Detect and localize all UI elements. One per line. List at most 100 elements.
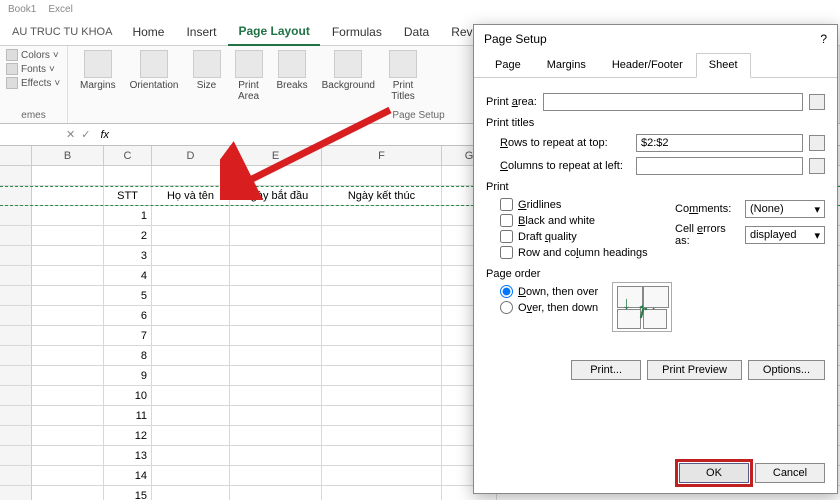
cell[interactable]: Họ và tên bbox=[152, 186, 230, 205]
row-header[interactable] bbox=[0, 486, 32, 500]
comments-select[interactable]: (None)▾ bbox=[745, 200, 825, 218]
help-icon[interactable]: ? bbox=[820, 32, 827, 46]
tab-insert[interactable]: Insert bbox=[176, 19, 226, 45]
row-header[interactable] bbox=[0, 206, 32, 225]
cell[interactable] bbox=[230, 446, 322, 465]
cell[interactable] bbox=[32, 466, 104, 485]
cell[interactable]: 2 bbox=[104, 226, 152, 245]
cell[interactable] bbox=[32, 206, 104, 225]
dtab-sheet[interactable]: Sheet bbox=[696, 53, 751, 78]
cell[interactable] bbox=[322, 346, 442, 365]
breaks-button[interactable]: Breaks bbox=[271, 48, 314, 93]
cell[interactable] bbox=[322, 446, 442, 465]
cell[interactable] bbox=[32, 326, 104, 345]
cell[interactable] bbox=[32, 406, 104, 425]
row-header[interactable] bbox=[0, 186, 32, 205]
dtab-margins[interactable]: Margins bbox=[534, 53, 599, 77]
cell[interactable] bbox=[230, 206, 322, 225]
size-button[interactable]: Size bbox=[187, 48, 227, 93]
cell[interactable] bbox=[322, 466, 442, 485]
tab-formulas[interactable]: Formulas bbox=[322, 19, 392, 45]
cell[interactable]: 6 bbox=[104, 306, 152, 325]
options-button[interactable]: Options... bbox=[748, 360, 825, 380]
cell[interactable] bbox=[152, 366, 230, 385]
collapse-icon[interactable] bbox=[809, 158, 825, 174]
row-header[interactable] bbox=[0, 166, 32, 185]
cell[interactable] bbox=[322, 166, 442, 185]
cell[interactable] bbox=[230, 266, 322, 285]
cell[interactable] bbox=[230, 366, 322, 385]
print-titles-button[interactable]: Print Titles bbox=[383, 48, 423, 104]
cell[interactable] bbox=[152, 426, 230, 445]
cell[interactable] bbox=[230, 226, 322, 245]
cell[interactable]: Ngày kết thúc bbox=[322, 186, 442, 205]
row-header[interactable] bbox=[0, 326, 32, 345]
cell[interactable] bbox=[32, 226, 104, 245]
cell[interactable] bbox=[152, 346, 230, 365]
orientation-button[interactable]: Orientation bbox=[124, 48, 185, 93]
collapse-icon[interactable] bbox=[809, 135, 825, 151]
cell[interactable] bbox=[322, 366, 442, 385]
cell[interactable]: 11 bbox=[104, 406, 152, 425]
row-col-headings-checkbox[interactable] bbox=[500, 246, 513, 259]
down-then-over-radio[interactable] bbox=[500, 285, 513, 298]
background-button[interactable]: Background bbox=[316, 48, 381, 93]
cell[interactable]: 8 bbox=[104, 346, 152, 365]
cell[interactable] bbox=[32, 446, 104, 465]
draft-checkbox[interactable] bbox=[500, 230, 513, 243]
cell[interactable] bbox=[322, 386, 442, 405]
dtab-header-footer[interactable]: Header/Footer bbox=[599, 53, 696, 77]
tab-page-layout[interactable]: Page Layout bbox=[228, 18, 319, 46]
cell[interactable] bbox=[322, 326, 442, 345]
col-header-b[interactable]: B bbox=[32, 146, 104, 165]
cell[interactable] bbox=[104, 166, 152, 185]
cell[interactable] bbox=[230, 166, 322, 185]
cell[interactable] bbox=[152, 486, 230, 500]
row-header[interactable] bbox=[0, 426, 32, 445]
cell[interactable] bbox=[230, 486, 322, 500]
row-header[interactable] bbox=[0, 386, 32, 405]
row-header[interactable] bbox=[0, 446, 32, 465]
cell[interactable] bbox=[32, 386, 104, 405]
row-header[interactable] bbox=[0, 466, 32, 485]
cell[interactable]: 15 bbox=[104, 486, 152, 500]
cell[interactable] bbox=[152, 446, 230, 465]
select-all-corner[interactable] bbox=[0, 146, 32, 165]
tab-home[interactable]: Home bbox=[122, 19, 174, 45]
cell[interactable] bbox=[152, 246, 230, 265]
cell[interactable] bbox=[32, 166, 104, 185]
cancel-button[interactable]: Cancel bbox=[755, 463, 825, 483]
dtab-page[interactable]: Page bbox=[482, 53, 534, 77]
cell[interactable] bbox=[152, 266, 230, 285]
cell[interactable] bbox=[322, 266, 442, 285]
print-area-button[interactable]: Print Area bbox=[229, 48, 269, 104]
cell[interactable] bbox=[230, 386, 322, 405]
cell-errors-select[interactable]: displayed▾ bbox=[745, 226, 825, 244]
row-header[interactable] bbox=[0, 346, 32, 365]
effects-button[interactable]: Effects ˅ bbox=[6, 76, 61, 90]
cell[interactable] bbox=[32, 366, 104, 385]
print-preview-button[interactable]: Print Preview bbox=[647, 360, 742, 380]
col-header-d[interactable]: D bbox=[152, 146, 230, 165]
col-header-e[interactable]: E bbox=[230, 146, 322, 165]
cell[interactable] bbox=[152, 286, 230, 305]
cancel-icon[interactable]: ✕ bbox=[66, 128, 75, 141]
collapse-icon[interactable] bbox=[809, 94, 825, 110]
colors-button[interactable]: Colors ˅ bbox=[6, 48, 61, 62]
cell[interactable] bbox=[152, 466, 230, 485]
fonts-button[interactable]: Fonts ˅ bbox=[6, 62, 61, 76]
cell[interactable] bbox=[32, 246, 104, 265]
cell[interactable] bbox=[322, 406, 442, 425]
over-then-down-radio[interactable] bbox=[500, 301, 513, 314]
cell[interactable]: 4 bbox=[104, 266, 152, 285]
cell[interactable]: 7 bbox=[104, 326, 152, 345]
tab-data[interactable]: Data bbox=[394, 19, 439, 45]
cell[interactable] bbox=[322, 286, 442, 305]
cell[interactable]: STT bbox=[104, 186, 152, 205]
cell[interactable] bbox=[152, 326, 230, 345]
row-header[interactable] bbox=[0, 266, 32, 285]
margins-button[interactable]: Margins bbox=[74, 48, 122, 93]
cell[interactable] bbox=[322, 246, 442, 265]
cell[interactable]: Ngày bắt đầu bbox=[230, 186, 322, 205]
cell[interactable] bbox=[32, 426, 104, 445]
